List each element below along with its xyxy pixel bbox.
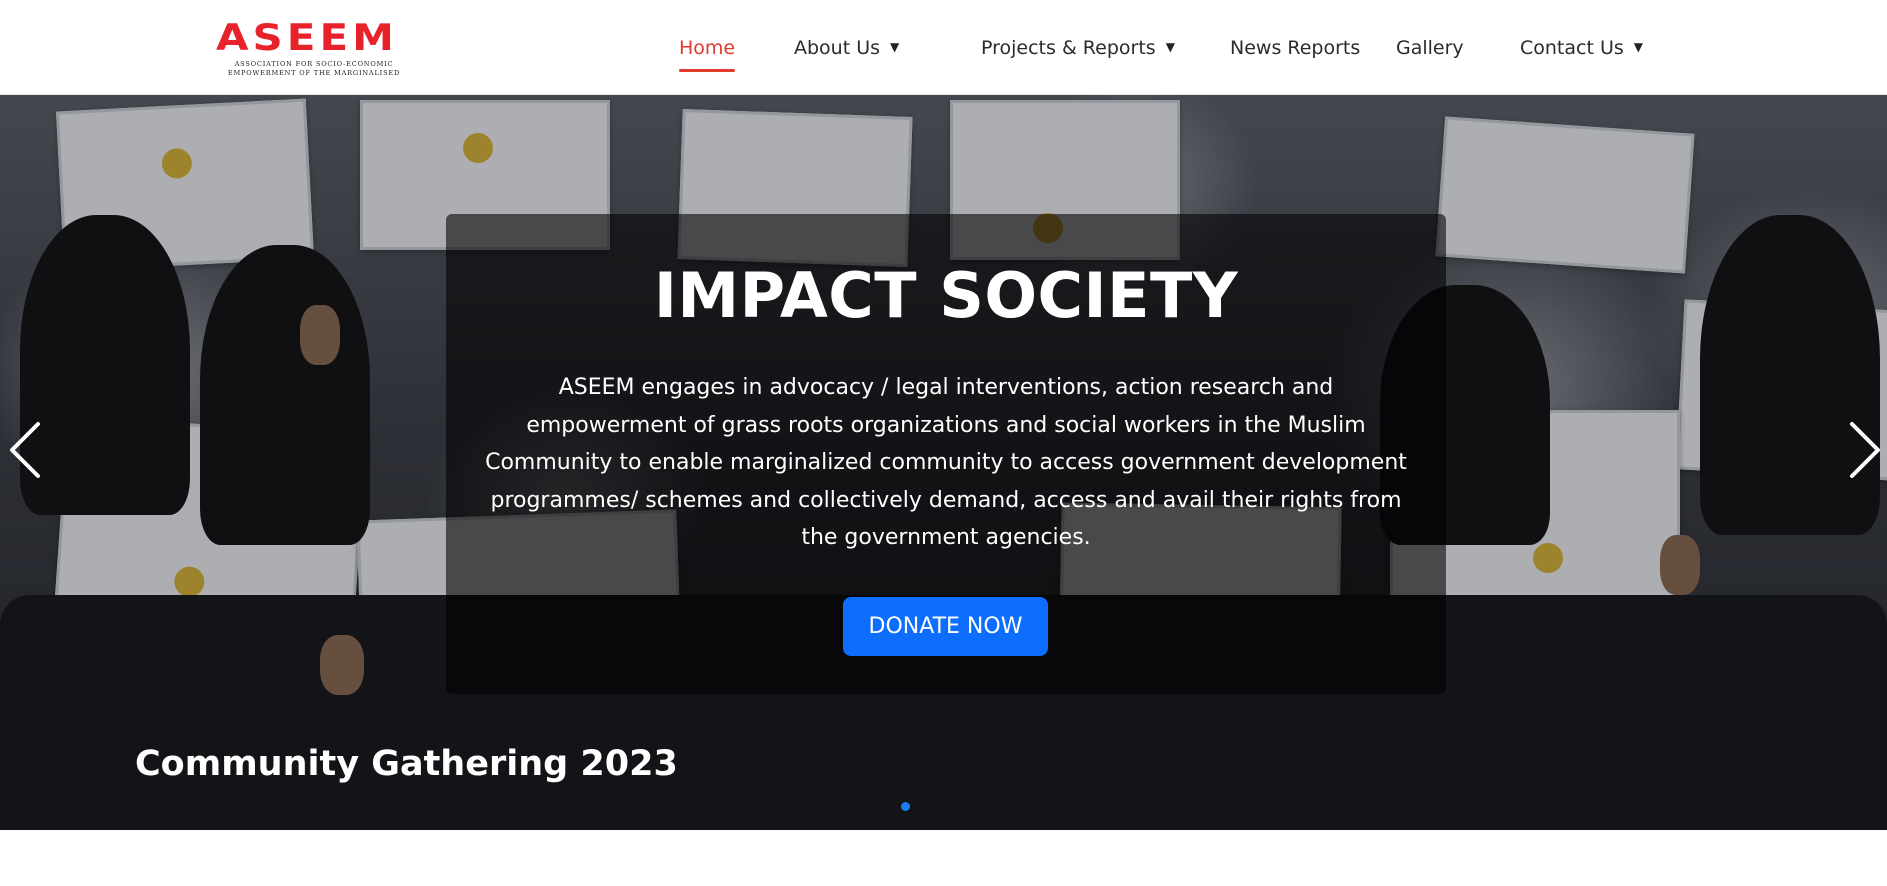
hero-title: IMPACT SOCIETY: [653, 259, 1239, 332]
carousel-prev-button[interactable]: [6, 420, 46, 480]
nav-item-label: Gallery: [1396, 37, 1464, 59]
nav-item-label: Home: [679, 37, 736, 59]
nav-item-gallery[interactable]: Gallery: [1396, 37, 1464, 59]
nav-item-label: About Us: [794, 37, 881, 59]
main-nav: Home About Us ▼ Projects & Reports ▼ News …: [0, 0, 1887, 95]
nav-item-news-reports[interactable]: News Reports: [1230, 37, 1360, 59]
nav-item-about-us[interactable]: About Us ▼: [794, 37, 899, 59]
nav-item-home[interactable]: Home: [679, 37, 736, 72]
hero-carousel: IMPACT SOCIETY ASEEM engages in advocacy…: [0, 95, 1887, 830]
nav-item-label: Contact Us: [1520, 37, 1624, 59]
chevron-right-icon: [1850, 422, 1880, 478]
caret-down-icon: ▼: [1165, 40, 1175, 54]
nav-item-projects-reports[interactable]: Projects & Reports ▼: [981, 37, 1175, 59]
nav-item-contact-us[interactable]: Contact Us ▼: [1520, 37, 1643, 59]
caret-down-icon: ▼: [1633, 40, 1644, 54]
slide-caption: Community Gathering 2023: [135, 744, 678, 784]
chevron-left-icon: [10, 422, 40, 478]
nav-item-label: News Reports: [1230, 37, 1361, 59]
caret-down-icon: ▼: [890, 40, 900, 54]
hero-description: ASEEM engages in advocacy / legal interv…: [485, 375, 1407, 550]
carousel-indicators: [901, 802, 910, 811]
site-header: ASEEM Association for Socio-Economic Emp…: [0, 0, 1887, 95]
donate-now-button[interactable]: DONATE NOW: [843, 597, 1048, 656]
nav-item-label: Projects & Reports: [981, 37, 1156, 59]
carousel-indicator-dot[interactable]: [901, 802, 910, 811]
carousel-next-button[interactable]: [1844, 420, 1884, 480]
